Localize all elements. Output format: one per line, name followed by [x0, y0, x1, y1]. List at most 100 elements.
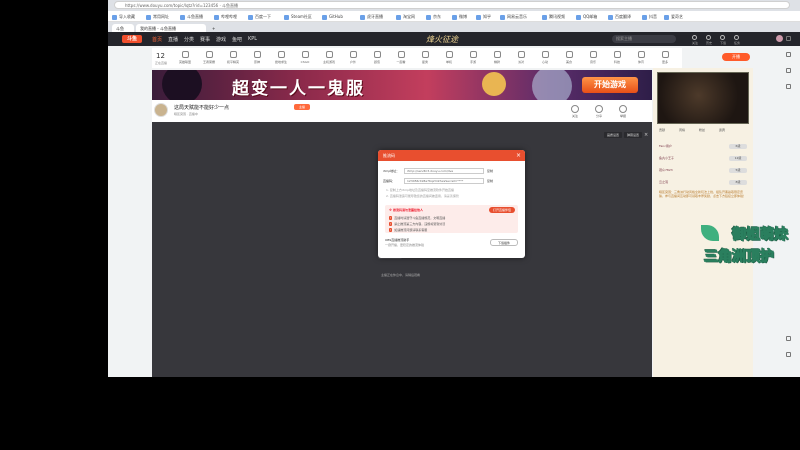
nav-kpl[interactable]: KPL	[248, 36, 257, 42]
bookmark[interactable]: 百度一下	[248, 14, 271, 20]
bookmark[interactable]: Steam社区	[284, 14, 312, 20]
download-label: 下载	[720, 41, 727, 45]
ad-banner[interactable]: 超变一人一鬼服 开始游戏	[152, 70, 652, 100]
open-companion-button[interactable]: 打开直播伴侣	[489, 207, 515, 213]
copy-key-button[interactable]: 复制	[487, 179, 493, 183]
rank-row[interactable]: 云之羽	[659, 180, 668, 184]
category-item[interactable]: 王者荣耀	[200, 51, 218, 64]
stream-key-dialog: 推流码 × rtmp地址： rtmp://sendtc3.douyu.com/l…	[378, 150, 525, 258]
copy-server-button[interactable]: 复制	[487, 169, 493, 173]
site-logo[interactable]: 斗鱼	[122, 35, 142, 43]
category-item[interactable]: 绝地求生	[272, 51, 290, 64]
tab-weekly[interactable]: 周榜	[679, 128, 685, 132]
rank-row[interactable]: 鱼丸小王子	[659, 156, 674, 160]
download-plugin-button[interactable]: 下载插件	[490, 239, 518, 246]
category-item[interactable]: 心动	[536, 51, 554, 64]
category-item[interactable]: 颜值	[368, 51, 386, 64]
warning-box: ※ 推流码请勿泄露给他人 打开直播伴侣 ! 直播时请遵守斗鱼直播规范，文明直播 !…	[385, 205, 518, 233]
bookmark[interactable]: 淘宝网	[396, 14, 415, 20]
bookmark[interactable]: 导入收藏	[112, 14, 135, 20]
category-item[interactable]: 一起看	[392, 51, 410, 64]
bookmark[interactable]: 百度翻译	[608, 14, 631, 20]
category-item[interactable]: 体育	[632, 51, 650, 64]
category-icon	[349, 51, 357, 58]
key-field[interactable]: 123456rXz8a7Kq2m9?wsSecret=****	[404, 178, 484, 184]
nav-games[interactable]: 游戏	[216, 36, 226, 43]
plus-icon[interactable]	[786, 336, 791, 341]
bookmark-icon[interactable]	[786, 52, 791, 57]
search-input[interactable]: 搜索主播	[612, 35, 676, 43]
report-button[interactable]: 举报	[612, 105, 634, 118]
danmaku-button[interactable]: 弹幕设置	[624, 132, 643, 138]
category-item[interactable]: 主机游戏	[320, 51, 338, 64]
bookmark[interactable]: 虎牙直播	[360, 14, 383, 20]
nav-home[interactable]: 首页	[152, 36, 162, 43]
bookmark[interactable]: 网易云音乐	[500, 14, 527, 20]
bookmark[interactable]: 常用网址	[146, 14, 169, 20]
tab-vip[interactable]: 贵宾	[719, 128, 725, 132]
search-icon[interactable]	[786, 36, 791, 41]
tab-fans[interactable]: 粉丝	[699, 128, 705, 132]
user-avatar[interactable]	[776, 35, 783, 42]
close-icon[interactable]: ×	[644, 132, 648, 138]
history-icon[interactable]	[786, 68, 791, 73]
nav-live[interactable]: 直播	[168, 36, 178, 43]
follow-icon[interactable]	[692, 35, 697, 40]
bookmark[interactable]: 斗鱼直播	[180, 14, 203, 20]
bookmark[interactable]: 京东	[426, 14, 441, 20]
stream-preview[interactable]	[657, 72, 749, 124]
desktop: https://www.douyu.com/topic/lqtz?rid=123…	[0, 0, 800, 450]
key-label: 直播码：	[383, 179, 396, 183]
category-item[interactable]: 派对	[512, 51, 530, 64]
room-info: 这局天赋能不能好少一点 主播 暗区突围 · 直播中 关注 分享 举报	[152, 100, 652, 122]
share-button[interactable]: 分享	[588, 105, 610, 118]
history-icon[interactable]	[706, 35, 711, 40]
tab-contribution[interactable]: 贡献	[659, 128, 665, 132]
rank-row[interactable]: 观众7823	[659, 168, 673, 172]
category-item[interactable]: 更多	[656, 51, 674, 64]
bookmark[interactable]: 微博	[452, 14, 467, 20]
category-item[interactable]: 美食	[560, 51, 578, 64]
download-icon[interactable]	[720, 35, 725, 40]
category-item[interactable]: 户外	[344, 51, 362, 64]
nav-category[interactable]: 分类	[184, 36, 194, 43]
bookmark[interactable]: 抖音	[642, 14, 657, 20]
category-icon	[589, 51, 597, 58]
banner-character	[532, 70, 572, 100]
address-bar[interactable]: https://www.douyu.com/topic/lqtz?rid=123…	[114, 1, 790, 9]
room-meta: 暗区突围 · 直播中	[174, 112, 198, 116]
category-item[interactable]: 星秀	[416, 51, 434, 64]
go-live-button[interactable]: 开播	[722, 53, 750, 61]
category-icon	[253, 51, 261, 58]
start-game-button[interactable]: 开始游戏	[582, 77, 638, 93]
quality-button[interactable]: 画质设置	[604, 132, 623, 138]
nav-fishbar[interactable]: 鱼吧	[232, 36, 242, 43]
streamer-avatar[interactable]	[154, 103, 168, 117]
server-label: rtmp地址：	[383, 169, 400, 173]
bookmark[interactable]: GitHub	[322, 14, 343, 20]
rank-row[interactable]: Fanc用户	[659, 144, 672, 148]
bookmark[interactable]: 哔哩哔哩	[214, 14, 237, 20]
bookmark[interactable]: 知乎	[476, 14, 491, 20]
task-icon[interactable]	[734, 35, 739, 40]
category-item[interactable]: 手游	[464, 51, 482, 64]
category-item[interactable]: 单机	[440, 51, 458, 64]
category-item[interactable]: 科技	[608, 51, 626, 64]
category-item[interactable]: 原神	[248, 51, 266, 64]
gear-icon[interactable]	[786, 352, 791, 357]
category-icon	[493, 51, 501, 58]
bookmark[interactable]: QQ邮箱	[576, 14, 597, 20]
category-item[interactable]: 棋牌	[488, 51, 506, 64]
follow-button[interactable]: 关注	[564, 105, 586, 118]
server-field[interactable]: rtmp://sendtc3.douyu.com/live	[404, 168, 484, 174]
category-item[interactable]: 英雄联盟	[176, 51, 194, 64]
settings-icon[interactable]	[786, 84, 791, 89]
category-item[interactable]: CSGO	[296, 51, 314, 64]
category-item[interactable]: 和平精英	[224, 51, 242, 64]
category-item[interactable]: 音乐	[584, 51, 602, 64]
bookmark[interactable]: 爱奇艺	[664, 14, 683, 20]
nav-events[interactable]: 赛事	[200, 36, 210, 43]
bookmark[interactable]: 腾讯视频	[542, 14, 565, 20]
close-icon[interactable]: ×	[516, 152, 521, 159]
category-icon	[613, 51, 621, 58]
